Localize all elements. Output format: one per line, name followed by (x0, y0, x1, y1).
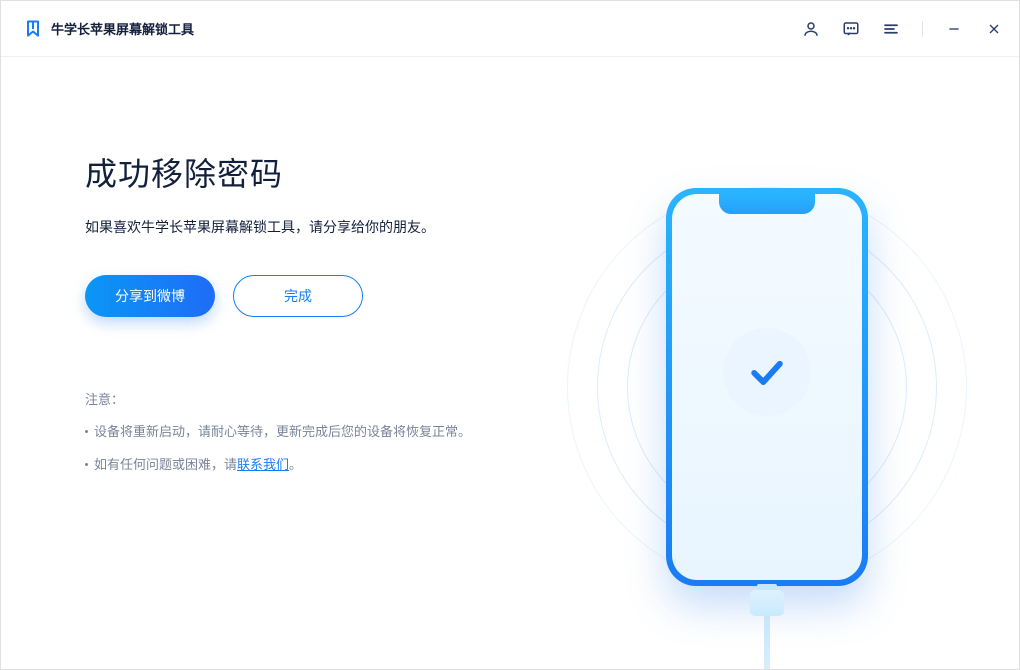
close-icon[interactable] (985, 20, 1003, 38)
titlebar-right (802, 20, 1003, 38)
app-window: 牛学长苹果屏幕解锁工具 (0, 0, 1020, 670)
bullet-icon (85, 430, 88, 433)
notice-block: 注意： 设备将重新启动，请耐心等待，更新完成后您的设备将恢复正常。 如有任何问题… (85, 389, 555, 476)
right-panel (555, 127, 979, 669)
share-button[interactable]: 分享到微博 (85, 275, 215, 317)
minimize-icon[interactable] (945, 20, 963, 38)
bullet-icon (85, 463, 88, 466)
left-panel: 成功移除密码 如果喜欢牛学长苹果屏幕解锁工具，请分享给你的朋友。 分享到微博 完… (85, 127, 555, 669)
phone-illustration (577, 127, 957, 647)
notice-item-2: 如有任何问题或困难，请联系我们。 (85, 455, 555, 476)
feedback-icon[interactable] (842, 20, 860, 38)
cable-icon (750, 584, 784, 670)
app-title: 牛学长苹果屏幕解锁工具 (51, 19, 194, 38)
notice-text-2: 如有任何问题或困难，请联系我们。 (94, 455, 302, 476)
account-icon[interactable] (802, 20, 820, 38)
done-button[interactable]: 完成 (233, 275, 363, 317)
success-headline: 成功移除密码 (85, 149, 555, 195)
phone-notch-icon (719, 194, 815, 214)
titlebar: 牛学长苹果屏幕解锁工具 (1, 1, 1019, 57)
success-subtext: 如果喜欢牛学长苹果屏幕解锁工具，请分享给你的朋友。 (85, 217, 555, 237)
phone-frame-icon (666, 188, 868, 586)
notice-text-1: 设备将重新启动，请耐心等待，更新完成后您的设备将恢复正常。 (94, 422, 471, 443)
notice-title: 注意： (85, 389, 555, 408)
phone-screen (672, 194, 862, 580)
content-area: 成功移除密码 如果喜欢牛学长苹果屏幕解锁工具，请分享给你的朋友。 分享到微博 完… (1, 57, 1019, 669)
button-row: 分享到微博 完成 (85, 275, 555, 317)
menu-icon[interactable] (882, 20, 900, 38)
notice-item-1: 设备将重新启动，请耐心等待，更新完成后您的设备将恢复正常。 (85, 422, 555, 443)
success-check-icon (723, 328, 811, 416)
contact-us-link[interactable]: 联系我们 (237, 457, 289, 472)
titlebar-left: 牛学长苹果屏幕解锁工具 (23, 19, 194, 39)
app-logo-icon (23, 19, 43, 39)
titlebar-divider (922, 21, 923, 37)
